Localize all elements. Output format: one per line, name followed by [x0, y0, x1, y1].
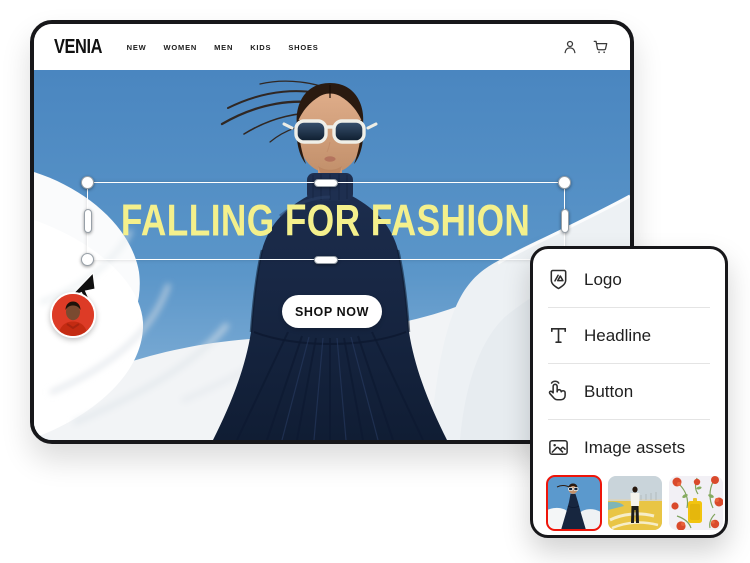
- selection-handle-top-right[interactable]: [558, 176, 571, 189]
- selection-handle-top[interactable]: [314, 179, 338, 187]
- nav-item-shoes[interactable]: SHOES: [288, 43, 318, 52]
- panel-label-logo: Logo: [584, 270, 622, 290]
- image-icon: [547, 436, 570, 459]
- logo-badge-icon: [547, 268, 570, 291]
- panel-item-image-assets[interactable]: Image assets: [547, 420, 711, 475]
- panel-item-button[interactable]: Button: [547, 364, 711, 419]
- nav-item-men[interactable]: MEN: [214, 43, 233, 52]
- hero-headline[interactable]: FALLING FOR FASHION: [121, 196, 530, 247]
- nav-item-kids[interactable]: KIDS: [250, 43, 271, 52]
- nav-item-women[interactable]: WOMEN: [164, 43, 198, 52]
- collaborator-avatar: [50, 292, 96, 338]
- asset-thumb-model-hero[interactable]: [547, 476, 601, 530]
- panel-item-headline[interactable]: Headline: [547, 308, 711, 363]
- selection-handle-top-left[interactable]: [81, 176, 94, 189]
- page: VENIA NEW WOMEN MEN KIDS SHOES: [0, 0, 750, 563]
- collaborator-cursor: [50, 270, 114, 342]
- panel-item-logo[interactable]: Logo: [547, 252, 711, 307]
- shop-now-button[interactable]: SHOP NOW: [282, 295, 382, 328]
- headline-selection-box[interactable]: FALLING FOR FASHION: [87, 182, 565, 260]
- image-asset-thumbnails: [547, 476, 711, 530]
- tap-hand-icon: [547, 380, 570, 403]
- text-icon: [547, 324, 570, 347]
- asset-thumb-flowers-perfume[interactable]: [669, 476, 723, 530]
- panel-label-button: Button: [584, 382, 633, 402]
- cart-icon[interactable]: [592, 38, 610, 56]
- panel-label-image-assets: Image assets: [584, 438, 685, 458]
- brand-logo[interactable]: VENIA: [54, 36, 102, 59]
- account-icon[interactable]: [561, 38, 579, 56]
- selection-handle-bottom-left[interactable]: [81, 253, 94, 266]
- nav-item-new[interactable]: NEW: [127, 43, 147, 52]
- panel-label-headline: Headline: [584, 326, 651, 346]
- nav-links: NEW WOMEN MEN KIDS SHOES: [127, 43, 319, 52]
- page-elements-panel: Logo Headline Button: [530, 246, 728, 538]
- selection-handle-right[interactable]: [561, 209, 569, 233]
- site-navbar: VENIA NEW WOMEN MEN KIDS SHOES: [34, 24, 630, 70]
- asset-thumb-beach-figure[interactable]: [608, 476, 662, 530]
- selection-handle-left[interactable]: [84, 209, 92, 233]
- selection-handle-bottom[interactable]: [314, 256, 338, 264]
